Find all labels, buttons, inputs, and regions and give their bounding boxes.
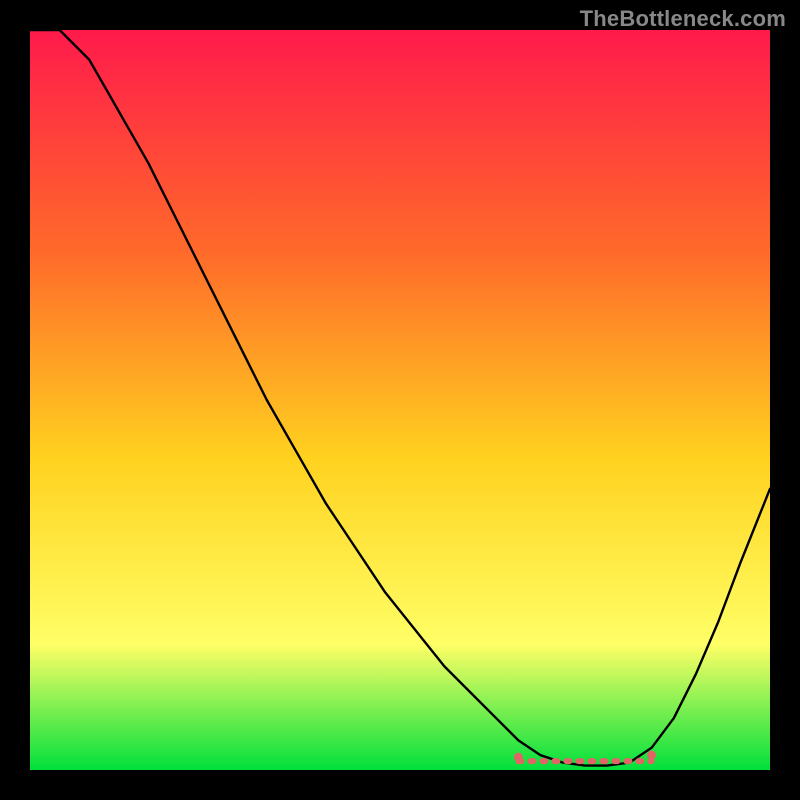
gradient-background [30,30,770,770]
plot-area [30,30,770,770]
optimal-band-start-dot [514,753,523,762]
bottleneck-chart [30,30,770,770]
watermark-text: TheBottleneck.com [580,6,786,32]
chart-frame: TheBottleneck.com [0,0,800,800]
optimal-band-end-dot [647,751,656,760]
